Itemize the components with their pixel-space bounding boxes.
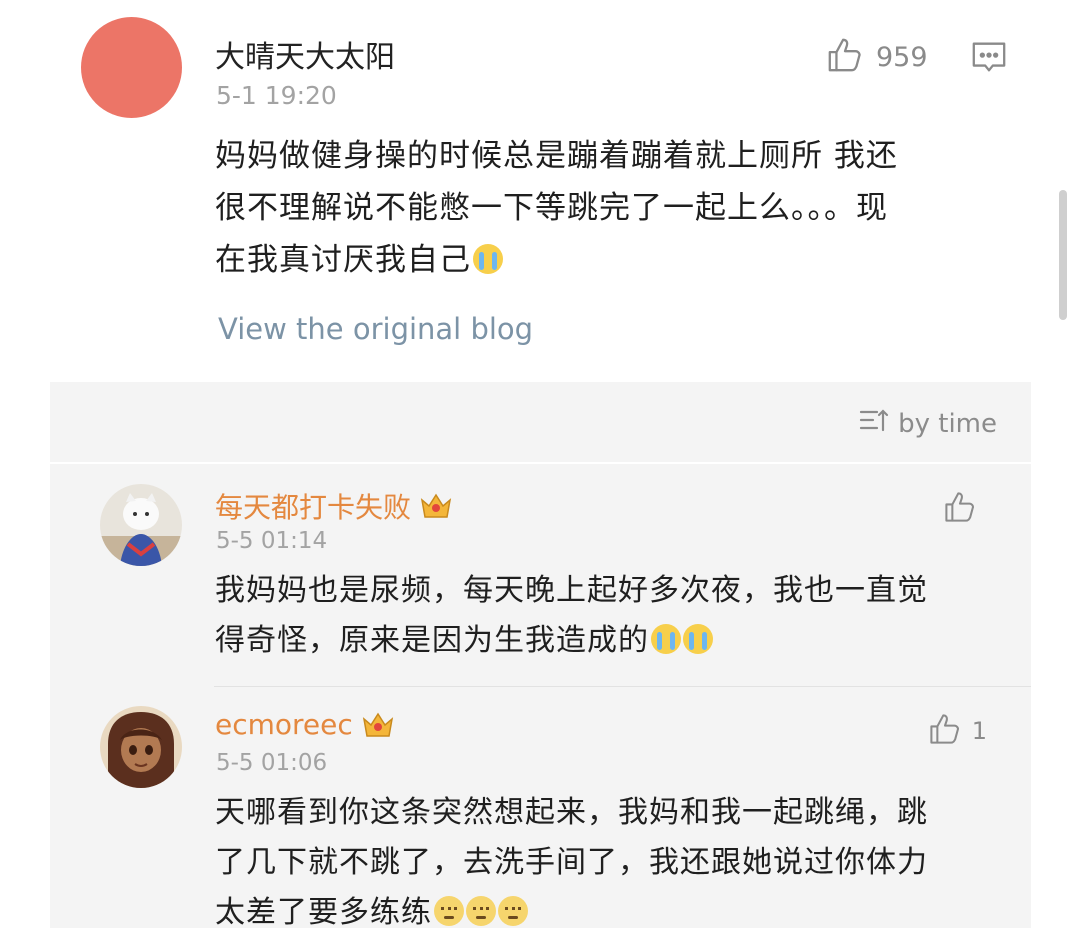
comment-author-text: 每天都打卡失败 — [215, 491, 412, 524]
comments-panel: by time 每天都打卡失败 5-5 01:14 我妈妈也是尿频，每天晚上起好… — [50, 382, 1031, 930]
comment-timestamp: 5-5 01:14 — [216, 528, 328, 554]
crying-emoji-icon — [651, 624, 681, 654]
comment-icon — [970, 42, 1008, 80]
comment-body: 我妈妈也是尿频，每天晚上起好多次夜，我也一直觉 得奇怪，原来是因为生我造成的 — [215, 566, 1005, 666]
comment-button[interactable] — [970, 38, 1008, 80]
post-text-line: 很不理解说不能憋一下等跳完了一起上么。。。现 — [215, 190, 888, 226]
divider — [214, 686, 1031, 687]
sort-label: by time — [898, 408, 997, 439]
speechless-emoji-icon — [466, 896, 496, 926]
crying-emoji-icon — [683, 624, 713, 654]
thumbs-up-icon — [928, 712, 962, 750]
sort-icon — [858, 404, 898, 443]
comment-author-name[interactable]: ecmoreec — [215, 708, 395, 741]
avatar[interactable] — [81, 17, 182, 118]
comment-text-line: 太差了要多练练 — [215, 888, 1005, 938]
avatar[interactable] — [100, 484, 182, 566]
comment-item: 每天都打卡失败 5-5 01:14 我妈妈也是尿频，每天晚上起好多次夜，我也一直… — [50, 466, 1031, 686]
comment-author-name[interactable]: 每天都打卡失败 — [215, 486, 453, 526]
comment-text-line: 我妈妈也是尿频，每天晚上起好多次夜，我也一直觉 — [215, 573, 928, 608]
post-body: 妈妈做健身操的时候总是蹦着蹦着就上厕所 我还 很不理解说不能憋一下等跳完了一起上… — [215, 130, 1015, 286]
comment-text-line: 天哪看到你这条突然想起来，我妈和我一起跳绳，跳 — [215, 795, 928, 830]
comment-text-segment: 得奇怪，原来是因为生我造成的 — [215, 623, 649, 658]
avatar[interactable] — [100, 706, 182, 788]
divider — [50, 462, 1031, 464]
crying-emoji-icon — [473, 244, 503, 274]
speechless-emoji-icon — [498, 896, 528, 926]
comment-text-line: 了几下就不跳了，去洗手间了，我还跟她说过你体力 — [215, 845, 928, 880]
comment-author-text: ecmoreec — [215, 708, 353, 741]
like-count: 1 — [971, 717, 987, 745]
thumbs-up-icon — [826, 36, 864, 78]
like-count: 959 — [876, 41, 928, 73]
like-button[interactable]: 1 — [928, 712, 987, 750]
post-text-line: 在我真讨厌我自己 — [215, 234, 1015, 286]
sort-by-time-button[interactable]: by time — [858, 404, 997, 443]
comment-body: 天哪看到你这条突然想起来，我妈和我一起跳绳，跳 了几下就不跳了，去洗手间了，我还… — [215, 788, 1005, 938]
comment-text-segment: 太差了要多练练 — [215, 895, 432, 930]
thumbs-up-icon — [943, 490, 977, 528]
view-original-link[interactable]: View the original blog — [218, 312, 533, 346]
comment-text-line: 得奇怪，原来是因为生我造成的 — [215, 616, 1005, 666]
post-timestamp: 5-1 19:20 — [216, 81, 337, 110]
like-button[interactable]: 959 — [826, 36, 928, 78]
comment-timestamp: 5-5 01:06 — [216, 750, 328, 776]
crown-icon — [419, 491, 453, 521]
comment-item: ecmoreec 5-5 01:06 1 天哪看到你这条突然想起来，我妈和我一起… — [50, 688, 1031, 930]
post-text-segment: 在我真讨厌我自己 — [215, 242, 471, 278]
crown-icon — [361, 710, 395, 740]
main-post: 大晴天大太阳 5-1 19:20 959 妈妈做健身操的时候总是蹦着蹦着就上厕所… — [0, 0, 1080, 382]
speechless-emoji-icon — [434, 896, 464, 926]
post-author-name[interactable]: 大晴天大太阳 — [215, 32, 395, 76]
like-button[interactable] — [943, 490, 987, 528]
scrollbar[interactable] — [1059, 190, 1067, 320]
post-text-line: 妈妈做健身操的时候总是蹦着蹦着就上厕所 我还 — [215, 138, 898, 174]
